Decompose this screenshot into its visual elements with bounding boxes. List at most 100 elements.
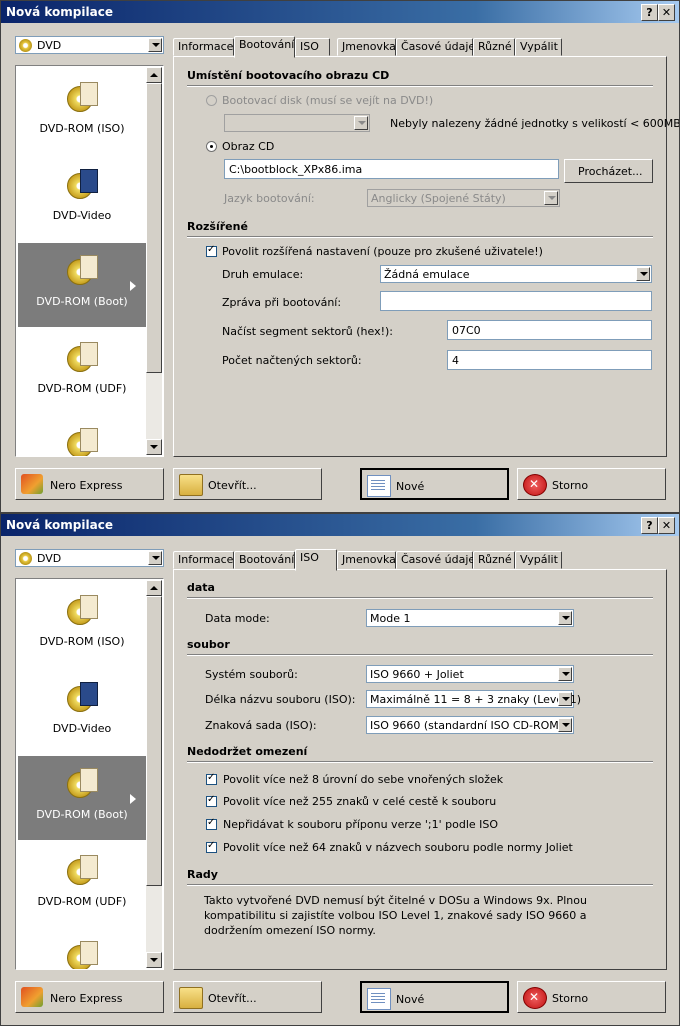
tab-vypalit[interactable]: Vypálit bbox=[515, 551, 562, 569]
scroll-down-icon[interactable] bbox=[146, 952, 162, 968]
list-item-dvd-rom-iso[interactable]: DVD-ROM (ISO) bbox=[18, 70, 146, 154]
cancel-button[interactable]: Storno bbox=[517, 468, 666, 500]
divider bbox=[187, 654, 653, 656]
open-button[interactable]: Otevřít... bbox=[173, 468, 322, 500]
disc-boot-icon bbox=[67, 766, 99, 798]
scroll-up-icon[interactable] bbox=[146, 580, 162, 596]
list-item-dvd-rom-boot[interactable]: DVD-ROM (Boot) bbox=[18, 243, 146, 327]
scroll-thumb[interactable] bbox=[146, 596, 162, 886]
stop-icon bbox=[523, 474, 547, 496]
chevron-down-icon[interactable] bbox=[148, 38, 162, 52]
close-button[interactable]: ✕ bbox=[658, 517, 675, 534]
disc-document-icon bbox=[67, 426, 99, 456]
sectors-label: Počet načtených sektorů: bbox=[222, 354, 362, 367]
segment-label: Načíst segment sektorů (hex!): bbox=[222, 325, 394, 338]
tab-iso[interactable]: ISO bbox=[295, 38, 330, 56]
open-button[interactable]: Otevřít... bbox=[173, 981, 322, 1013]
new-document-icon bbox=[367, 475, 391, 497]
tab-jmenovka[interactable]: Jmenovka bbox=[337, 551, 396, 569]
help-button[interactable]: ? bbox=[641, 4, 658, 21]
chevron-down-icon[interactable] bbox=[544, 191, 558, 205]
segment-input[interactable]: 07C0 bbox=[447, 320, 652, 340]
section-title-advanced: Rozšířené bbox=[187, 220, 248, 233]
boot-disk-select[interactable] bbox=[224, 114, 370, 132]
cancel-button[interactable]: Storno bbox=[517, 981, 666, 1013]
advanced-checkbox[interactable] bbox=[206, 244, 217, 257]
list-item-partial[interactable] bbox=[18, 929, 146, 969]
tab-iso[interactable]: ISO bbox=[295, 549, 337, 571]
chevron-down-icon[interactable] bbox=[636, 267, 650, 281]
list-item-dvd-video[interactable]: DVD-Video bbox=[18, 670, 146, 754]
chevron-down-icon[interactable] bbox=[558, 718, 572, 732]
tab-informace[interactable]: Informace bbox=[173, 551, 234, 569]
list-item-dvd-video[interactable]: DVD-Video bbox=[18, 157, 146, 241]
nero-express-button[interactable]: Nero Express bbox=[15, 468, 164, 500]
emulation-select[interactable]: Žádná emulace bbox=[380, 265, 652, 283]
tab-casove-udaje[interactable]: Časové údaje bbox=[396, 551, 475, 569]
charset-select[interactable]: ISO 9660 (standardní ISO CD-ROM) bbox=[366, 716, 574, 734]
close-button[interactable]: ✕ bbox=[658, 4, 675, 21]
tab-bootovani[interactable]: Bootování bbox=[234, 551, 295, 569]
relax-checkbox-4[interactable] bbox=[206, 840, 217, 853]
help-button[interactable]: ? bbox=[641, 517, 658, 534]
relax-label-1: Povolit více než 8 úrovní do sebe vnořen… bbox=[223, 773, 504, 786]
chevron-down-icon[interactable] bbox=[558, 692, 572, 706]
section-title-relax: Nedodržet omezení bbox=[187, 745, 308, 758]
relax-checkbox-1[interactable] bbox=[206, 772, 217, 785]
boot-disk-radio[interactable] bbox=[206, 95, 217, 106]
filename-length-select[interactable]: Maximálně 11 = 8 + 3 znaky (Level 1) bbox=[366, 690, 581, 708]
image-path-input[interactable]: C:\bootblock_XPx86.ima bbox=[224, 159, 559, 179]
no-drives-message: Nebyly nalezeny žádné jednotky s velikos… bbox=[390, 117, 680, 130]
tab-informace[interactable]: Informace bbox=[173, 38, 234, 56]
title-bar: Nová kompilace ? ✕ bbox=[1, 1, 679, 23]
section-title-tips: Rady bbox=[187, 868, 218, 881]
new-button[interactable]: Nové bbox=[360, 981, 509, 1013]
list-item-partial[interactable] bbox=[18, 416, 146, 456]
disc-type-select[interactable]: DVD bbox=[15, 36, 164, 54]
boot-message-label: Zpráva při bootování: bbox=[222, 296, 342, 309]
charset-label: Znaková sada (ISO): bbox=[205, 719, 317, 732]
boot-language-select[interactable]: Anglicky (Spojené Státy) bbox=[367, 189, 560, 207]
tab-vypalit[interactable]: Vypálit bbox=[515, 38, 562, 56]
chevron-down-icon[interactable] bbox=[148, 551, 162, 565]
sectors-input[interactable]: 4 bbox=[447, 350, 652, 370]
nero-express-button[interactable]: Nero Express bbox=[15, 981, 164, 1013]
tab-casove-udaje[interactable]: Časové údaje bbox=[396, 38, 475, 56]
filesystem-select[interactable]: ISO 9660 + Joliet bbox=[366, 665, 574, 683]
chevron-down-icon[interactable] bbox=[558, 611, 572, 625]
compilation-type-list: DVD-ROM (ISO) DVD-Video DVD-ROM (Boot) D… bbox=[15, 65, 164, 457]
scroll-down-icon[interactable] bbox=[146, 439, 162, 455]
data-mode-label: Data mode: bbox=[205, 612, 270, 625]
tab-ruzne[interactable]: Různé bbox=[473, 38, 515, 56]
open-folder-icon bbox=[179, 474, 203, 496]
relax-checkbox-2[interactable] bbox=[206, 794, 217, 807]
scroll-thumb[interactable] bbox=[146, 83, 162, 373]
advanced-label: Povolit rozšířená nastavení (pouze pro z… bbox=[222, 245, 543, 258]
list-scrollbar[interactable] bbox=[146, 580, 162, 968]
title-bar: Nová kompilace ? ✕ bbox=[1, 514, 679, 536]
boot-message-input[interactable] bbox=[380, 291, 652, 311]
divider bbox=[187, 85, 653, 87]
tab-jmenovka[interactable]: Jmenovka bbox=[337, 38, 396, 56]
relax-label-3: Nepřidávat k souboru příponu verze ';1' … bbox=[223, 818, 499, 831]
browse-button[interactable]: Procházet... bbox=[564, 159, 653, 183]
image-radio[interactable] bbox=[206, 141, 217, 152]
emulation-label: Druh emulace: bbox=[222, 268, 304, 281]
list-item-dvd-rom-udf[interactable]: DVD-ROM (UDF) bbox=[18, 330, 146, 414]
chevron-down-icon[interactable] bbox=[354, 116, 368, 130]
list-item-dvd-rom-boot[interactable]: DVD-ROM (Boot) bbox=[18, 756, 146, 840]
tab-ruzne[interactable]: Různé bbox=[473, 551, 515, 569]
list-scrollbar[interactable] bbox=[146, 67, 162, 455]
data-mode-select[interactable]: Mode 1 bbox=[366, 609, 574, 627]
dvd-icon bbox=[19, 39, 32, 52]
list-item-dvd-rom-iso[interactable]: DVD-ROM (ISO) bbox=[18, 583, 146, 667]
compilation-type-list: DVD-ROM (ISO) DVD-Video DVD-ROM (Boot) D… bbox=[15, 578, 164, 970]
chevron-down-icon[interactable] bbox=[558, 667, 572, 681]
tab-bootovani[interactable]: Bootování bbox=[234, 36, 295, 58]
disc-type-select[interactable]: DVD bbox=[15, 549, 164, 567]
window-title: Nová kompilace bbox=[6, 5, 113, 19]
scroll-up-icon[interactable] bbox=[146, 67, 162, 83]
relax-checkbox-3[interactable] bbox=[206, 817, 217, 830]
list-item-dvd-rom-udf[interactable]: DVD-ROM (UDF) bbox=[18, 843, 146, 927]
new-button[interactable]: Nové bbox=[360, 468, 509, 500]
